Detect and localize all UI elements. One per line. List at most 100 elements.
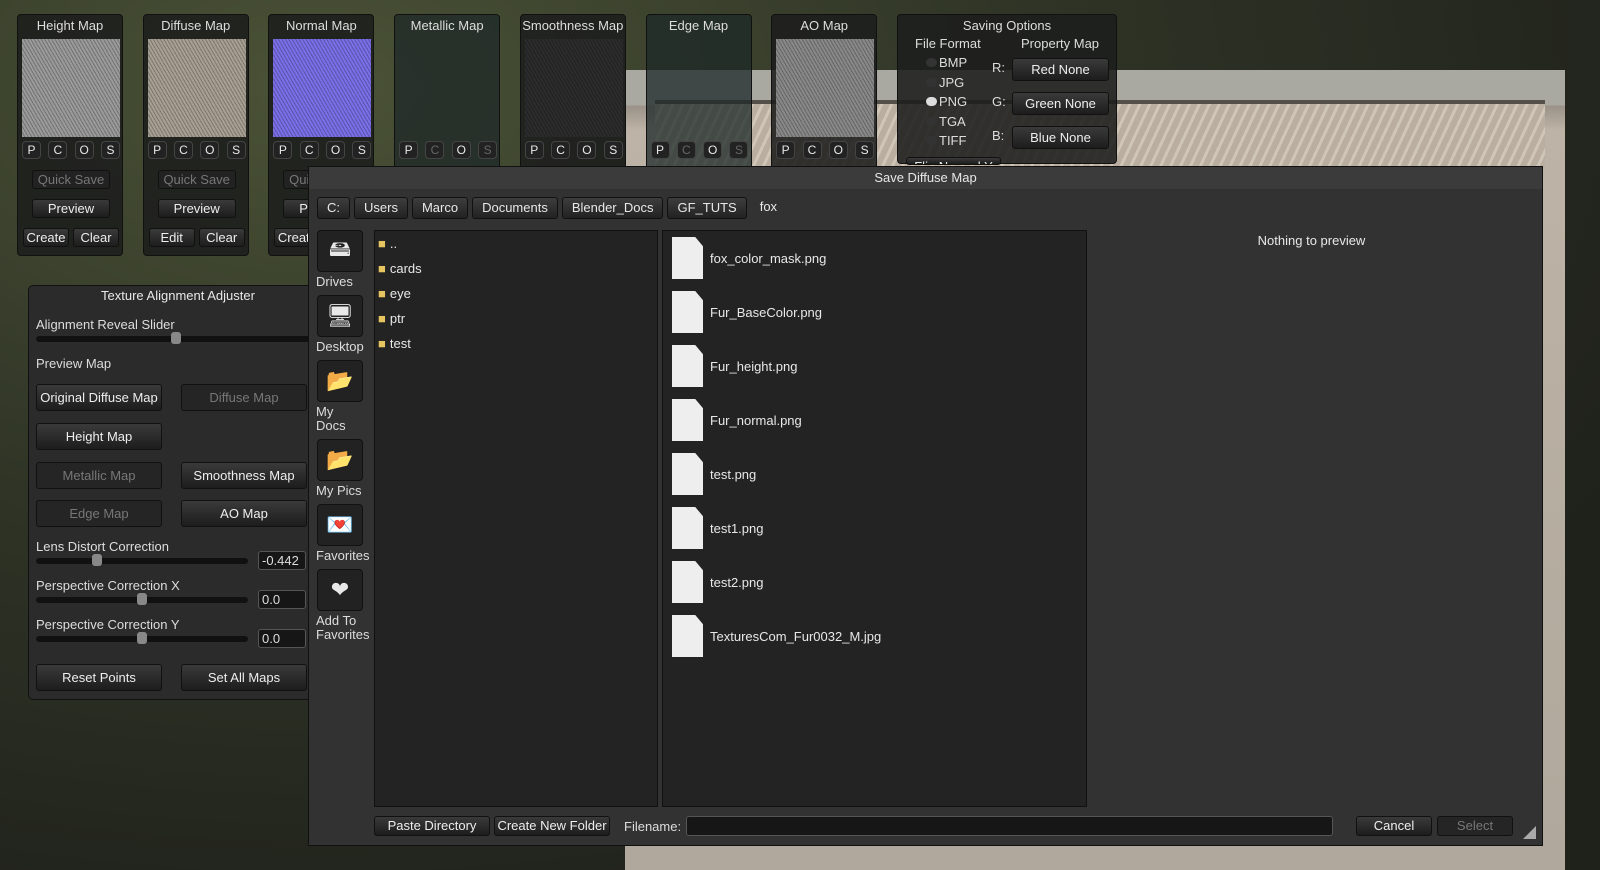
slider-knob[interactable] bbox=[137, 632, 147, 644]
desktop-icon[interactable]: 🖥 bbox=[317, 295, 363, 337]
place-item[interactable]: 🖴 Drives bbox=[314, 230, 366, 289]
channel-button-c[interactable]: C bbox=[299, 141, 319, 159]
file-item[interactable]: Fur_normal.png bbox=[663, 393, 1086, 447]
drives-icon[interactable]: 🖴 bbox=[317, 230, 363, 272]
radio-icon[interactable] bbox=[926, 77, 937, 87]
add-to-favorites-icon[interactable]: ❤ bbox=[317, 569, 363, 611]
resize-grip-icon[interactable] bbox=[1523, 826, 1536, 839]
correction-slider[interactable] bbox=[36, 632, 248, 644]
channel-button-c[interactable]: C bbox=[425, 141, 445, 159]
quick-save-button[interactable]: Quick Save bbox=[32, 170, 110, 189]
breadcrumb-item[interactable]: C: bbox=[317, 197, 350, 219]
map-thumbnail[interactable] bbox=[22, 39, 120, 137]
map-thumbnail[interactable] bbox=[776, 39, 875, 137]
create-new-folder-button[interactable]: Create New Folder bbox=[494, 816, 610, 836]
channel-button-o[interactable]: O bbox=[828, 141, 848, 159]
slider-value-input[interactable]: -0.442 bbox=[258, 551, 306, 570]
radio-icon[interactable] bbox=[926, 116, 937, 126]
set-all-maps-button[interactable]: Set All Maps bbox=[181, 664, 307, 691]
channel-button-s[interactable]: S bbox=[478, 141, 498, 159]
preview-map-button[interactable]: Edge Map bbox=[36, 500, 162, 527]
preview-map-button[interactable]: Metallic Map bbox=[36, 462, 162, 489]
channel-button-c[interactable]: C bbox=[802, 141, 822, 159]
flip-normal-y-button[interactable]: Flip Normal Y bbox=[906, 157, 1001, 165]
slider-knob[interactable] bbox=[92, 554, 103, 566]
channel-button-s[interactable]: S bbox=[855, 141, 875, 159]
slider-value-input[interactable]: 0.0 bbox=[258, 590, 306, 609]
channel-button-s[interactable]: S bbox=[352, 141, 372, 159]
paste-directory-button[interactable]: Paste Directory bbox=[374, 816, 490, 836]
breadcrumb-item[interactable]: GF_TUTS bbox=[667, 197, 747, 219]
create-edit-button[interactable]: Create bbox=[23, 228, 69, 247]
folder-item[interactable]: ■ test bbox=[375, 331, 657, 356]
filename-input[interactable] bbox=[686, 816, 1333, 836]
property-map-button[interactable]: Red None bbox=[1012, 58, 1109, 81]
radio-icon[interactable] bbox=[926, 136, 937, 145]
slider-value-input[interactable]: 0.0 bbox=[258, 629, 306, 648]
folder-list[interactable]: ■.. ■ cards ■ eye ■ ptr ■ test bbox=[374, 230, 658, 807]
format-radio-bmp[interactable]: BMP bbox=[926, 55, 967, 70]
property-map-button[interactable]: Blue None bbox=[1012, 126, 1109, 149]
correction-slider[interactable] bbox=[36, 554, 248, 566]
breadcrumb-item[interactable]: Documents bbox=[472, 197, 558, 219]
channel-button-s[interactable]: S bbox=[226, 141, 246, 159]
create-edit-button[interactable]: Edit bbox=[148, 228, 195, 247]
channel-button-p[interactable]: P bbox=[776, 141, 796, 159]
preview-button[interactable]: Preview bbox=[157, 199, 236, 218]
reveal-slider[interactable] bbox=[36, 332, 316, 344]
place-item[interactable]: 📂 My Pics bbox=[314, 439, 366, 498]
preview-map-button[interactable]: AO Map bbox=[181, 500, 307, 527]
format-radio-jpg[interactable]: JPG bbox=[926, 75, 964, 90]
channel-button-p[interactable]: P bbox=[650, 141, 670, 159]
my-docs-icon[interactable]: 📂 bbox=[317, 360, 363, 402]
folder-item[interactable]: ■ ptr bbox=[375, 306, 657, 331]
file-item[interactable]: test2.png bbox=[663, 555, 1086, 609]
channel-button-o[interactable]: O bbox=[200, 141, 220, 159]
reset-points-button[interactable]: Reset Points bbox=[36, 664, 162, 691]
preview-map-button[interactable]: Smoothness Map bbox=[181, 462, 307, 489]
correction-slider[interactable] bbox=[36, 593, 248, 605]
select-button[interactable]: Select bbox=[1437, 816, 1513, 836]
map-thumbnail[interactable] bbox=[273, 39, 372, 137]
place-item[interactable]: 💌 Favorites bbox=[314, 504, 369, 563]
channel-button-o[interactable]: O bbox=[577, 141, 597, 159]
channel-button-p[interactable]: P bbox=[147, 141, 167, 159]
file-item[interactable]: fox_color_mask.png bbox=[663, 231, 1086, 285]
radio-icon[interactable] bbox=[926, 97, 937, 106]
preview-map-button[interactable]: Original Diffuse Map bbox=[36, 384, 162, 411]
file-list[interactable]: fox_color_mask.png Fur_BaseColor.png Fur_h… bbox=[662, 230, 1087, 807]
my-pics-icon[interactable]: 📂 bbox=[317, 439, 363, 481]
quick-save-button[interactable]: Quick Save bbox=[157, 170, 236, 189]
preview-map-button[interactable]: Height Map bbox=[36, 423, 162, 450]
channel-button-c[interactable]: C bbox=[174, 141, 194, 159]
channel-button-c[interactable]: C bbox=[48, 141, 68, 159]
channel-button-c[interactable]: C bbox=[551, 141, 571, 159]
clear-button[interactable]: Clear bbox=[198, 228, 245, 247]
channel-button-s[interactable]: S bbox=[729, 141, 749, 159]
channel-button-s[interactable]: S bbox=[100, 141, 120, 159]
map-thumbnail[interactable] bbox=[147, 39, 246, 137]
breadcrumb-item[interactable]: Users bbox=[354, 197, 408, 219]
channel-button-p[interactable]: P bbox=[22, 141, 41, 159]
folder-item[interactable]: ■.. bbox=[375, 231, 657, 256]
breadcrumb-item[interactable]: Marco bbox=[411, 197, 469, 219]
cancel-button[interactable]: Cancel bbox=[1356, 816, 1432, 836]
slider-knob[interactable] bbox=[171, 332, 181, 344]
place-item[interactable]: 📂 My Docs bbox=[314, 360, 366, 433]
file-item[interactable]: Fur_height.png bbox=[663, 339, 1086, 393]
channel-button-o[interactable]: O bbox=[74, 141, 94, 159]
preview-button[interactable]: Preview bbox=[32, 199, 110, 218]
format-radio-tga[interactable]: TGA bbox=[926, 114, 966, 129]
channel-button-o[interactable]: O bbox=[703, 141, 723, 159]
property-map-button[interactable]: Green None bbox=[1012, 92, 1109, 115]
favorites-icon[interactable]: 💌 bbox=[317, 504, 363, 546]
channel-button-c[interactable]: C bbox=[676, 141, 696, 159]
file-item[interactable]: Fur_BaseColor.png bbox=[663, 285, 1086, 339]
clear-button[interactable]: Clear bbox=[73, 228, 119, 247]
place-item[interactable]: 🖥 Desktop bbox=[314, 295, 366, 354]
format-radio-tiff[interactable]: TIFF bbox=[926, 133, 966, 148]
file-item[interactable]: TexturesCom_Fur0032_M.jpg bbox=[663, 609, 1086, 663]
channel-button-o[interactable]: O bbox=[326, 141, 346, 159]
channel-button-p[interactable]: P bbox=[399, 141, 419, 159]
place-item[interactable]: ❤ Add To Favorites bbox=[314, 569, 369, 642]
